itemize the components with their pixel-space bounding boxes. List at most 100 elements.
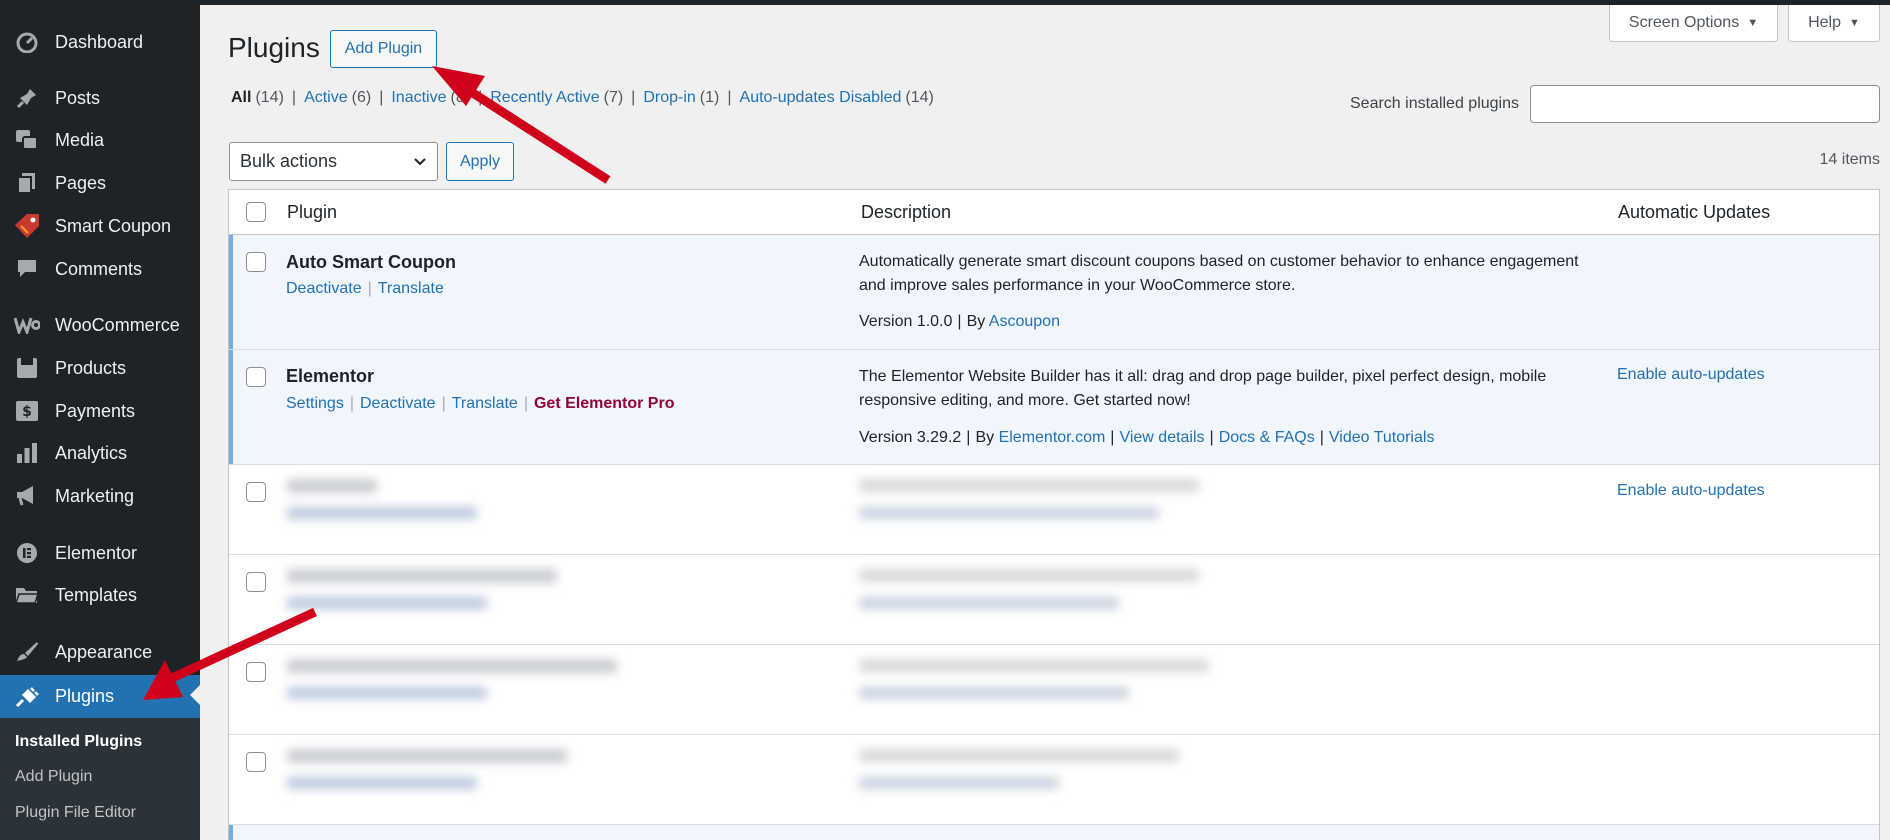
deactivate-link[interactable]: Deactivate — [286, 280, 362, 298]
sidebar-item-comments[interactable]: Comments — [0, 249, 200, 289]
row-checkbox[interactable] — [246, 752, 266, 772]
plugins-submenu: Installed Plugins Add Plugin Plugin File… — [0, 718, 200, 840]
translate-link[interactable]: Translate — [452, 395, 518, 413]
row-checkbox[interactable] — [246, 572, 266, 592]
active-plugin-indicator — [229, 350, 233, 464]
comment-icon — [10, 257, 44, 281]
author-link[interactable]: Elementor.com — [999, 429, 1106, 446]
row-actions: Deactivate | Translate — [286, 280, 444, 298]
sidebar-item-smart-coupon[interactable]: Smart Coupon — [0, 206, 200, 246]
filter-all[interactable]: All — [231, 89, 251, 107]
bulk-actions-select[interactable]: Bulk actions — [229, 142, 438, 181]
admin-sidebar: Dashboard Posts Media Pages Smart Coupon… — [0, 0, 200, 840]
filter-count: (1) — [699, 89, 720, 106]
filter-recently-active[interactable]: Recently Active — [490, 89, 599, 107]
sidebar-item-analytics[interactable]: Analytics — [0, 433, 200, 473]
submenu-add-plugin[interactable]: Add Plugin — [15, 768, 92, 786]
view-details-link[interactable]: View details — [1119, 429, 1204, 446]
help-button[interactable]: Help ▼ — [1788, 5, 1880, 42]
sidebar-item-label: Media — [55, 129, 105, 150]
deactivate-link[interactable]: Deactivate — [360, 395, 436, 413]
filter-count: (14) — [255, 89, 284, 106]
translate-link[interactable]: Translate — [378, 280, 444, 298]
blurred-plugin-name — [287, 749, 567, 763]
plugins-table: Plugin Description Automatic Updates Aut… — [228, 189, 1880, 840]
apply-button[interactable]: Apply — [446, 142, 514, 181]
filter-separator: | — [631, 89, 636, 106]
table-row — [229, 555, 1879, 645]
row-checkbox[interactable] — [246, 367, 266, 387]
sidebar-item-label: Pages — [55, 172, 107, 193]
filter-drop-in[interactable]: Drop-in — [643, 89, 695, 107]
payments-icon: $ — [10, 399, 44, 423]
plugin-meta: Version 1.0.0 | By Ascoupon — [859, 313, 1060, 331]
filter-separator: | — [291, 89, 297, 106]
get-elementor-pro-link[interactable]: Get Elementor Pro — [534, 395, 674, 413]
elementor-icon — [10, 541, 44, 565]
folder-icon — [10, 583, 44, 607]
docs-faqs-link[interactable]: Docs & FAQs — [1219, 429, 1315, 446]
filter-inactive[interactable]: Inactive — [391, 89, 446, 107]
submenu-installed-plugins[interactable]: Installed Plugins — [15, 733, 142, 751]
row-checkbox[interactable] — [246, 482, 266, 502]
author-link[interactable]: Ascoupon — [989, 313, 1060, 330]
filter-count: (8) — [450, 89, 471, 106]
blurred-meta — [859, 777, 1059, 789]
active-plugin-indicator — [229, 825, 233, 840]
table-row: Auto Smart Coupon Deactivate | Translate… — [229, 235, 1879, 350]
blurred-meta — [859, 687, 1129, 699]
filter-auto-updates-disabled[interactable]: Auto-updates Disabled — [740, 89, 902, 107]
blurred-meta — [859, 597, 1119, 609]
video-tutorials-link[interactable]: Video Tutorials — [1329, 429, 1435, 446]
column-header-automatic-updates: Automatic Updates — [1618, 202, 1771, 222]
row-checkbox[interactable] — [246, 662, 266, 682]
brush-icon — [10, 640, 44, 664]
filter-separator: | — [478, 89, 483, 106]
sidebar-item-appearance[interactable]: Appearance — [0, 632, 200, 672]
sidebar-item-plugins[interactable]: Plugins — [0, 675, 200, 718]
settings-link[interactable]: Settings — [286, 395, 344, 413]
meta-separator: | — [1209, 429, 1214, 446]
sidebar-item-payments[interactable]: $ Payments — [0, 391, 200, 431]
sidebar-item-posts[interactable]: Posts — [0, 78, 200, 118]
active-indicator — [190, 685, 200, 705]
sidebar-item-pages[interactable]: Pages — [0, 163, 200, 203]
sidebar-item-label: Analytics — [55, 442, 128, 463]
sidebar-item-templates[interactable]: Templates — [0, 575, 200, 615]
sidebar-item-media[interactable]: Media — [0, 120, 200, 160]
dashboard-icon — [10, 30, 44, 54]
plugin-version: Version 3.29.2 — [859, 429, 962, 446]
enable-auto-updates-link[interactable]: Enable auto-updates — [1617, 482, 1765, 500]
submenu-plugin-file-editor[interactable]: Plugin File Editor — [15, 804, 136, 822]
table-header: Plugin Description Automatic Updates — [229, 190, 1879, 235]
filter-active[interactable]: Active — [304, 89, 348, 107]
coupon-icon — [10, 214, 44, 238]
action-separator: | — [523, 395, 528, 412]
sidebar-item-products[interactable]: Products — [0, 348, 200, 388]
screen-options-button[interactable]: Screen Options ▼ — [1609, 5, 1778, 42]
filter-separator: | — [727, 89, 732, 106]
row-checkbox[interactable] — [246, 252, 266, 272]
sidebar-item-marketing[interactable]: Marketing — [0, 476, 200, 516]
select-all-checkbox[interactable] — [246, 202, 266, 222]
blurred-row-actions — [287, 687, 487, 699]
enable-auto-updates-link[interactable]: Enable auto-updates — [1617, 366, 1765, 384]
plugin-version: Version 1.0.0 — [859, 313, 953, 330]
svg-text:$: $ — [22, 404, 32, 420]
sidebar-item-label: Elementor — [55, 542, 138, 563]
add-plugin-button[interactable]: Add Plugin — [330, 30, 437, 68]
row-actions: Settings | Deactivate | Translate | Get … — [286, 395, 674, 413]
sidebar-item-label: Templates — [55, 584, 138, 605]
page-title: Plugins — [228, 32, 320, 63]
plugin-status-filters: All (14) | Active (6) | Inactive (8) | Rece… — [231, 89, 934, 107]
sidebar-item-dashboard[interactable]: Dashboard — [0, 22, 200, 62]
woocommerce-icon — [10, 313, 44, 337]
sidebar-item-woocommerce[interactable]: WooCommerce — [0, 305, 200, 345]
sidebar-item-label: Dashboard — [55, 31, 144, 52]
pin-icon — [10, 86, 44, 110]
search-plugins-input[interactable] — [1530, 85, 1880, 123]
sidebar-item-elementor[interactable]: Elementor — [0, 533, 200, 573]
sidebar-item-label: Payments — [55, 400, 136, 421]
sidebar-item-label: Smart Coupon — [55, 215, 172, 236]
column-header-plugin: Plugin — [287, 202, 338, 222]
